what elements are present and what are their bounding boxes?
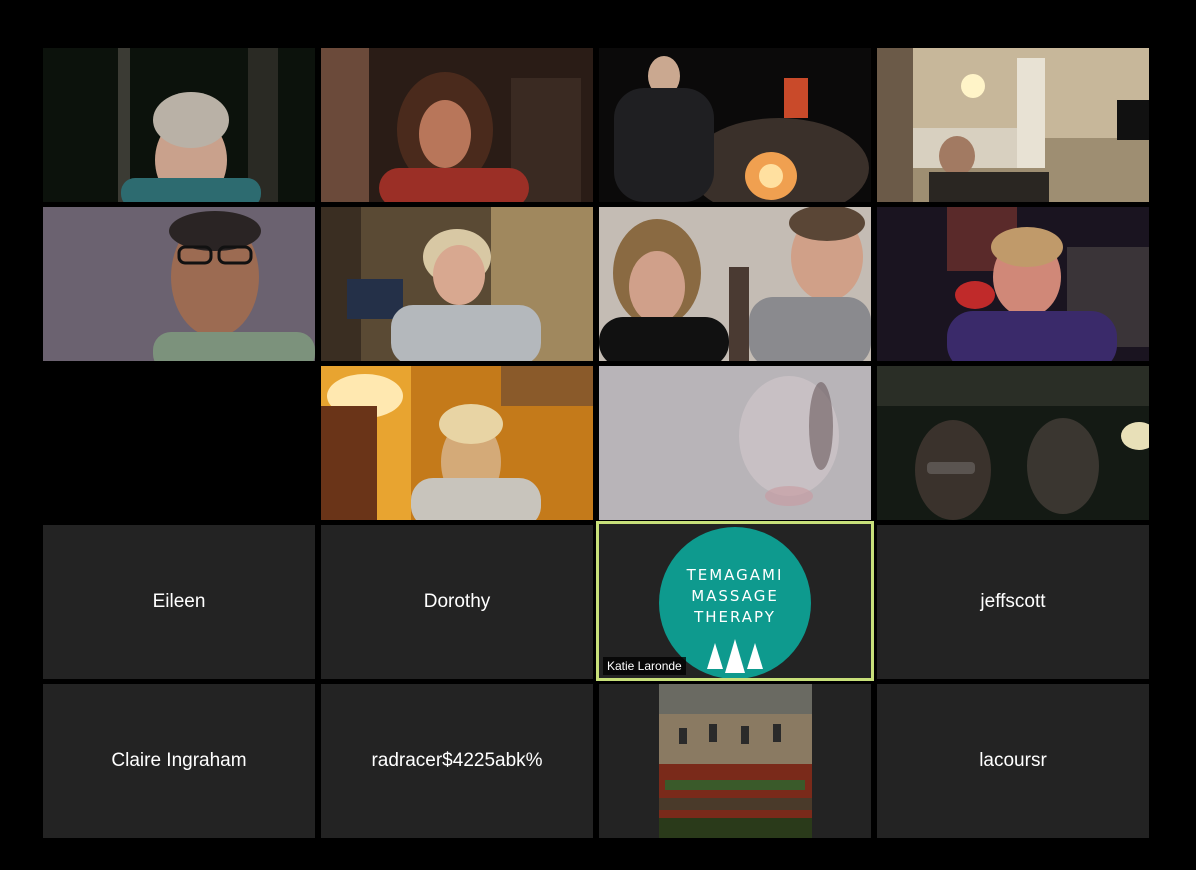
video-tile-3[interactable]: [599, 48, 871, 202]
video-tile-11[interactable]: [877, 366, 1149, 520]
video-feed: [877, 366, 1149, 520]
pine-trees-icon: [707, 639, 763, 673]
empty-tile: [43, 366, 315, 520]
participant-tile-eileen[interactable]: Eileen: [43, 525, 315, 679]
participant-name-label: Katie Laronde: [603, 657, 686, 675]
participant-tile-radracer[interactable]: radracer$4225abk%: [321, 684, 593, 838]
participant-tile-claire[interactable]: Claire Ingraham: [43, 684, 315, 838]
video-feed: [599, 48, 871, 202]
video-tile-9[interactable]: [321, 366, 593, 520]
video-feed: [321, 207, 593, 361]
video-feed: [43, 48, 315, 202]
participant-tile-parliament[interactable]: [599, 684, 871, 838]
video-feed: [321, 48, 593, 202]
participant-name: jeffscott: [980, 591, 1046, 612]
parliament-chamber-avatar: [659, 684, 812, 838]
video-tile-6[interactable]: [321, 207, 593, 361]
participant-name: Dorothy: [423, 591, 491, 612]
participant-name: Claire Ingraham: [111, 750, 247, 771]
video-tile-4[interactable]: [877, 48, 1149, 202]
participant-tile-lacoursr[interactable]: lacoursr: [877, 684, 1149, 838]
logo-text-line2: MASSAGE: [691, 587, 779, 605]
participant-tile-active-speaker[interactable]: TEMAGAMI MASSAGE THERAPY Katie Laronde: [596, 521, 874, 681]
participant-name: radracer$4225abk%: [371, 750, 543, 771]
video-tile-7[interactable]: [599, 207, 871, 361]
logo-text-line3: THERAPY: [694, 608, 776, 626]
video-feed: [877, 207, 1149, 361]
video-tile-5[interactable]: [43, 207, 315, 361]
video-feed: [321, 366, 593, 520]
video-tile-8[interactable]: [877, 207, 1149, 361]
video-tile-1[interactable]: [43, 48, 315, 202]
participant-name: lacoursr: [979, 750, 1047, 771]
video-feed: [599, 366, 871, 520]
video-feed: [877, 48, 1149, 202]
video-tile-2[interactable]: [321, 48, 593, 202]
participant-tile-dorothy[interactable]: Dorothy: [321, 525, 593, 679]
video-feed: [43, 207, 315, 361]
participant-tile-jeffscott[interactable]: jeffscott: [877, 525, 1149, 679]
participant-name: Eileen: [152, 591, 206, 612]
logo-text-line1: TEMAGAMI: [686, 566, 784, 584]
video-tile-10[interactable]: [599, 366, 871, 520]
video-feed: [599, 207, 871, 361]
